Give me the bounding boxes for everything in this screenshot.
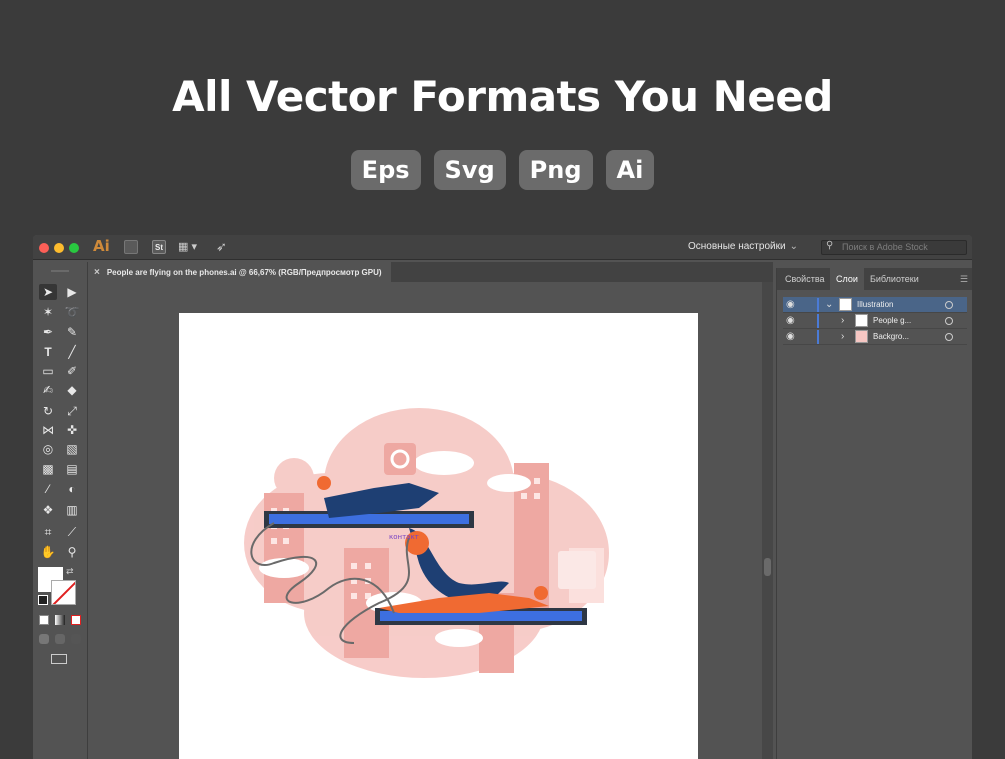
layer-row-background[interactable]: ◉ › Backgro... — [783, 329, 967, 345]
artwork-label: контакт — [389, 533, 419, 541]
artboard[interactable]: контакт — [179, 313, 698, 759]
panel-tab-bar: Свойства Слои Библиотеки ☰ — [777, 268, 972, 290]
chevron-right-icon[interactable]: › — [841, 313, 844, 329]
layers-panel: Свойства Слои Библиотеки ☰ ◉ ⌄ Illustrat… — [776, 268, 972, 759]
column-graph-tool-icon[interactable]: ▥ — [63, 502, 81, 518]
document-tab[interactable]: × People are flying on the phones.ai @ 6… — [88, 262, 391, 282]
selection-tool-icon[interactable]: ➤ — [39, 284, 57, 300]
shape-builder-tool-icon[interactable]: ◎ — [39, 441, 57, 457]
rotate-tool-icon[interactable]: ↻ — [39, 403, 57, 419]
close-window-button[interactable] — [39, 243, 49, 253]
layer-name: Backgro... — [873, 332, 910, 341]
draw-inside-icon[interactable] — [71, 634, 81, 644]
eye-icon[interactable]: ◉ — [786, 329, 795, 345]
type-tool-icon[interactable]: T — [39, 344, 57, 360]
format-badge-ai: Ai — [605, 150, 655, 190]
color-mode-icon[interactable] — [39, 615, 49, 625]
width-tool-icon[interactable]: ⋈ — [39, 422, 57, 438]
lasso-tool-icon[interactable]: ➰ — [63, 304, 81, 320]
eyedropper-tool-icon[interactable]: ⁄ — [39, 481, 57, 497]
target-icon[interactable] — [945, 317, 953, 325]
layer-row-people[interactable]: ◉ › People g... — [783, 313, 967, 329]
workspace-label: Основные настройки — [688, 241, 786, 252]
minimize-window-button[interactable] — [54, 243, 64, 253]
chevron-right-icon[interactable]: › — [841, 329, 844, 345]
format-badge-eps: Eps — [350, 150, 421, 190]
app-logo: Ai — [93, 237, 110, 255]
document-tab-title: People are flying on the phones.ai @ 66,… — [106, 267, 382, 277]
default-colors-icon[interactable] — [38, 595, 48, 605]
layer-thumbnail — [855, 314, 868, 327]
artboard-tool-icon[interactable]: ⌗ — [39, 524, 57, 540]
direct-selection-tool-icon[interactable]: ▶ — [63, 284, 81, 300]
application-bar: Ai St ▦ ▾ ➶ Основные настройки ⌄ ⚲ Поиск … — [33, 235, 972, 260]
draw-normal-icon[interactable] — [39, 634, 49, 644]
document-tab-strip: × People are flying on the phones.ai @ 6… — [88, 262, 773, 282]
rectangle-tool-icon[interactable]: ▭ — [39, 363, 57, 379]
symbol-sprayer-tool-icon[interactable]: ❖ — [39, 502, 57, 518]
stock-search-placeholder: Поиск в Adobe Stock — [842, 242, 928, 252]
arrange-documents-icon[interactable]: ▦ ▾ — [178, 241, 202, 253]
draw-behind-icon[interactable] — [55, 634, 65, 644]
canvas-area[interactable]: контакт — [88, 282, 773, 759]
format-badge-svg: Svg — [433, 150, 506, 190]
slice-tool-icon[interactable]: ⟋ — [63, 524, 81, 540]
curvature-tool-icon[interactable]: ✎ — [63, 324, 81, 340]
perspective-grid-tool-icon[interactable]: ▧ — [63, 441, 81, 457]
mesh-tool-icon[interactable]: ▩ — [39, 461, 57, 477]
scrollbar-thumb[interactable] — [764, 558, 771, 576]
layer-thumbnail — [839, 298, 852, 311]
shaper-tool-icon[interactable]: ✍ — [39, 382, 57, 398]
format-badges: Eps Svg Png Ai — [0, 150, 1005, 190]
bridge-icon[interactable] — [124, 240, 138, 254]
hero-title: All Vector Formats You Need — [172, 72, 833, 121]
stock-search-field[interactable]: ⚲ Поиск в Adobe Stock — [821, 240, 967, 255]
layer-name: Illustration — [857, 300, 894, 309]
chevron-down-icon: ⌄ — [789, 241, 798, 252]
zoom-window-button[interactable] — [69, 243, 79, 253]
zoom-tool-icon[interactable]: ⚲ — [63, 544, 81, 560]
eye-icon[interactable]: ◉ — [786, 313, 795, 329]
publish-icon[interactable]: ➶ — [216, 239, 230, 254]
blend-tool-icon[interactable]: ◐ — [63, 481, 81, 497]
pen-tool-icon[interactable]: ✒ — [39, 324, 57, 340]
target-icon[interactable] — [945, 333, 953, 341]
scale-tool-icon[interactable]: ⤢ — [63, 403, 81, 419]
stroke-swatch[interactable] — [51, 580, 76, 605]
tools-panel: ➤ ▶ ✶ ➰ ✒ ✎ T ╱ ▭ ✐ ✍ ◆ ↻ ⤢ ⋈ ✜ ◎ ▧ ▩ ▤ … — [33, 262, 88, 759]
tab-properties[interactable]: Свойства — [783, 268, 827, 290]
camera-icon — [384, 443, 416, 475]
magic-wand-tool-icon[interactable]: ✶ — [39, 304, 57, 320]
gradient-tool-icon[interactable]: ▤ — [63, 461, 81, 477]
illustrator-window: Ai St ▦ ▾ ➶ Основные настройки ⌄ ⚲ Поиск … — [33, 235, 972, 759]
illustration: контакт — [244, 408, 609, 678]
target-icon[interactable] — [945, 301, 953, 309]
eye-icon[interactable]: ◉ — [786, 297, 795, 313]
hand-tool-icon[interactable]: ✋ — [39, 544, 57, 560]
eraser-tool-icon[interactable]: ◆ — [63, 382, 81, 398]
screen-mode-icon[interactable] — [51, 654, 67, 664]
chevron-down-icon[interactable]: ⌄ — [825, 297, 833, 313]
gradient-mode-icon[interactable] — [55, 615, 65, 625]
layer-name: People g... — [873, 316, 912, 325]
tab-layers[interactable]: Слои — [830, 268, 864, 290]
close-icon[interactable]: × — [94, 267, 100, 278]
line-tool-icon[interactable]: ╱ — [63, 344, 81, 360]
panel-grip[interactable] — [51, 270, 69, 272]
layer-thumbnail — [855, 330, 868, 343]
puppet-warp-tool-icon[interactable]: ✜ — [63, 422, 81, 438]
swap-fill-stroke-icon[interactable]: ⇄ — [66, 566, 76, 576]
workspace-switcher[interactable]: Основные настройки ⌄ — [688, 241, 798, 252]
tab-libraries[interactable]: Библиотеки — [868, 268, 921, 290]
message-card — [558, 551, 596, 589]
stock-button[interactable]: St — [152, 240, 166, 254]
panel-menu-icon[interactable]: ☰ — [960, 274, 968, 285]
layer-row-illustration[interactable]: ◉ ⌄ Illustration — [783, 297, 967, 313]
paintbrush-tool-icon[interactable]: ✐ — [63, 363, 81, 379]
vertical-scrollbar[interactable] — [762, 282, 773, 759]
format-badge-png: Png — [518, 150, 593, 190]
search-icon: ⚲ — [826, 240, 834, 251]
none-mode-icon[interactable] — [71, 615, 81, 625]
